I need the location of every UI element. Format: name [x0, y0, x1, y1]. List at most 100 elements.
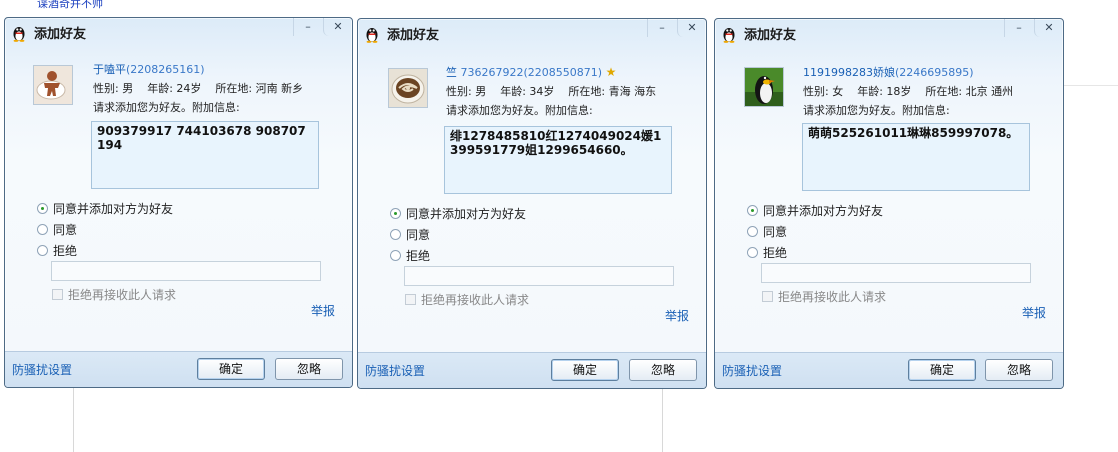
age-label: 年龄: 18岁 [857, 85, 912, 98]
close-button[interactable]: ✕ [1034, 19, 1063, 37]
requester-uid[interactable]: 736267922(2208550871) [461, 66, 603, 79]
antispam-settings-link[interactable]: 防骚扰设置 [722, 362, 782, 379]
request-text: 请求添加您为好友。附加信息: [803, 104, 950, 117]
option-reject[interactable]: 拒绝 [390, 247, 430, 264]
requester-uid[interactable]: (2208265161) [126, 63, 205, 76]
requester-info: 1191998283娇娘(2246695895) 性别: 女 年龄: 18岁 所… [803, 63, 1013, 120]
report-link[interactable]: 举报 [311, 302, 335, 319]
background-divider [662, 385, 663, 452]
requester-uid[interactable]: (2246695895) [895, 66, 974, 79]
penguin-avatar[interactable] [744, 67, 784, 107]
minimize-button[interactable]: – [293, 18, 322, 36]
option-label: 拒绝 [406, 249, 431, 263]
radio-button[interactable] [747, 247, 758, 258]
gender-label: 性别: 男 [93, 82, 134, 95]
radio-button[interactable] [747, 226, 758, 237]
radio-button[interactable] [390, 229, 401, 240]
requester-info: 竺 736267922(2208550871) ★ 性别: 男 年龄: 34岁 … [446, 63, 656, 120]
reject-future-requests-checkbox[interactable]: 拒绝再接收此人请求 [52, 286, 176, 303]
report-link[interactable]: 举报 [665, 307, 689, 324]
age-label: 年龄: 34岁 [500, 85, 555, 98]
checkbox[interactable] [405, 294, 416, 305]
option-accept[interactable]: 同意 [747, 223, 787, 240]
option-accept-and-add[interactable]: 同意并添加对方为好友 [37, 200, 173, 217]
reject-reason-input[interactable] [404, 266, 674, 286]
ignore-button[interactable]: 忽略 [985, 359, 1053, 381]
location-label: 所在地: 北京 通州 [925, 85, 1014, 98]
attached-message[interactable]: 绯1278485810红1274049024媛1399591779姐129965… [444, 126, 672, 194]
option-accept[interactable]: 同意 [37, 221, 77, 238]
ok-button[interactable]: 确定 [551, 359, 619, 381]
qq-penguin-icon [13, 27, 25, 42]
gingerbread-cup-avatar[interactable] [33, 65, 73, 105]
minimize-button[interactable]: – [1004, 19, 1033, 37]
reject-future-requests-checkbox[interactable]: 拒绝再接收此人请求 [762, 288, 886, 305]
request-text: 请求添加您为好友。附加信息: [446, 104, 593, 117]
option-label: 同意 [763, 225, 788, 239]
gender-label: 性别: 女 [803, 85, 844, 98]
gender-label: 性别: 男 [446, 85, 487, 98]
option-reject[interactable]: 拒绝 [37, 242, 77, 259]
option-label: 拒绝 [53, 244, 78, 258]
option-accept-and-add[interactable]: 同意并添加对方为好友 [390, 205, 526, 222]
requester-name[interactable]: 于嗑平 [93, 63, 126, 76]
close-button[interactable]: ✕ [677, 19, 706, 37]
request-text: 请求添加您为好友。附加信息: [93, 101, 240, 114]
reject-reason-input[interactable] [51, 261, 321, 281]
attached-message[interactable]: 909379917 744103678 908707194 [91, 121, 319, 189]
radio-button[interactable] [37, 224, 48, 235]
radio-button[interactable] [390, 208, 401, 219]
checkbox-label: 拒绝再接收此人请求 [778, 290, 887, 304]
background-divider [73, 385, 74, 452]
penguin-icon [745, 68, 783, 106]
antispam-settings-link[interactable]: 防骚扰设置 [12, 361, 72, 378]
vip-star-icon: ★ [605, 65, 617, 79]
background-divider [1064, 85, 1118, 86]
radio-button[interactable] [37, 203, 48, 214]
antispam-settings-link[interactable]: 防骚扰设置 [365, 362, 425, 379]
add-friend-dialog: 添加好友 – ✕ 于嗑平(2208265161) 性别: 男 年龄: 24岁 所… [4, 17, 353, 388]
attached-message[interactable]: 萌萌525261011琳琳859997078。 [802, 123, 1030, 191]
coffee-latte-avatar[interactable] [388, 68, 428, 108]
option-label: 同意并添加对方为好友 [406, 207, 527, 221]
location-label: 所在地: 青海 海东 [568, 85, 657, 98]
dialog-footer: 防骚扰设置 确定 忽略 [358, 352, 706, 388]
checkbox[interactable] [52, 289, 63, 300]
age-label: 年龄: 24岁 [147, 82, 202, 95]
option-label: 同意 [53, 223, 78, 237]
ok-button[interactable]: 确定 [197, 358, 265, 380]
radio-button[interactable] [390, 250, 401, 261]
reject-reason-input[interactable] [761, 263, 1031, 283]
radio-button[interactable] [37, 245, 48, 256]
qq-penguin-icon [366, 28, 378, 43]
location-label: 所在地: 河南 新乡 [215, 82, 304, 95]
minimize-button[interactable]: – [647, 19, 676, 37]
ignore-button[interactable]: 忽略 [275, 358, 343, 380]
dialog-title: 添加好友 [387, 28, 440, 43]
title-bar[interactable]: 添加好友 – ✕ [715, 19, 1063, 47]
option-label: 同意并添加对方为好友 [53, 202, 174, 216]
dialog-title: 添加好友 [744, 28, 797, 43]
radio-button[interactable] [747, 205, 758, 216]
title-bar[interactable]: 添加好友 – ✕ [5, 18, 352, 46]
qq-penguin-icon [723, 28, 735, 43]
dialog-title: 添加好友 [34, 27, 87, 42]
checkbox-label: 拒绝再接收此人请求 [421, 293, 530, 307]
checkbox-label: 拒绝再接收此人请求 [68, 288, 177, 302]
coffee-cup-icon [389, 69, 427, 107]
ignore-button[interactable]: 忽略 [629, 359, 697, 381]
dialog-footer: 防骚扰设置 确定 忽略 [5, 351, 352, 387]
requester-name[interactable]: 1191998283娇娘 [803, 66, 895, 79]
ok-button[interactable]: 确定 [908, 359, 976, 381]
option-reject[interactable]: 拒绝 [747, 244, 787, 261]
dialog-footer: 防骚扰设置 确定 忽略 [715, 352, 1063, 388]
reject-future-requests-checkbox[interactable]: 拒绝再接收此人请求 [405, 291, 529, 308]
close-button[interactable]: ✕ [323, 18, 352, 36]
requester-name[interactable]: 竺 [446, 66, 457, 79]
report-link[interactable]: 举报 [1022, 304, 1046, 321]
requester-info: 于嗑平(2208265161) 性别: 男 年龄: 24岁 所在地: 河南 新乡… [93, 60, 303, 117]
option-accept-and-add[interactable]: 同意并添加对方为好友 [747, 202, 883, 219]
checkbox[interactable] [762, 291, 773, 302]
title-bar[interactable]: 添加好友 – ✕ [358, 19, 706, 47]
option-accept[interactable]: 同意 [390, 226, 430, 243]
